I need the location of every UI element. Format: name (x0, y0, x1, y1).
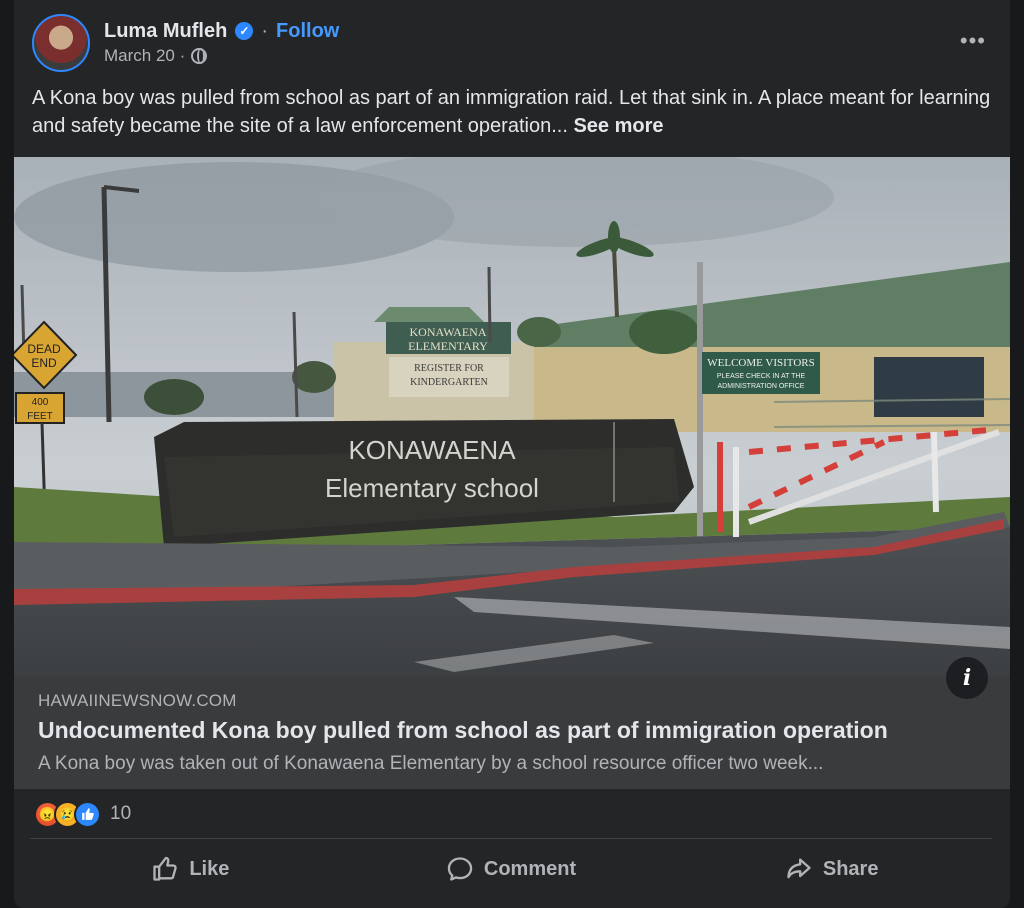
info-icon[interactable]: i (946, 657, 988, 699)
see-more-link[interactable]: See more (573, 115, 663, 137)
link-description: A Kona boy was taken out of Konawaena El… (38, 753, 824, 774)
welcome-text-3: ADMINISTRATION OFFICE (718, 383, 805, 390)
follow-button[interactable]: Follow (276, 20, 339, 43)
like-icon (74, 800, 101, 828)
road-sign-text-2: END (31, 356, 57, 370)
banner-text-1: KONAWAENA (409, 325, 486, 339)
link-preview[interactable]: KONAWAENA ELEMENTARY REGISTER FOR KINDER… (14, 157, 1010, 789)
comment-label: Comment (483, 857, 577, 880)
comment-icon (447, 857, 473, 881)
more-options-icon[interactable]: ••• (960, 28, 986, 54)
post-text: A Kona boy was pulled from school as par… (32, 84, 992, 140)
action-bar: Like Comment Share (30, 846, 992, 892)
reaction-summary[interactable]: 😠 😢 10 (34, 800, 131, 828)
school-sign-text-2: Elementary school (325, 473, 539, 503)
welcome-text-2: PLEASE CHECK IN AT THE (717, 373, 806, 380)
link-domain: HAWAIINEWSNOW.COM (38, 691, 237, 710)
welcome-text-1: WELCOME VISITORS (707, 357, 814, 369)
register-text-2: KINDERGARTEN (410, 377, 488, 388)
author-name[interactable]: Luma Mufleh (104, 20, 227, 43)
banner-text-2: ELEMENTARY (408, 339, 488, 353)
road-sign-text-3: 400 (32, 397, 49, 408)
divider (30, 838, 992, 839)
post-meta: March 20 · (104, 46, 208, 66)
author-row: Luma Mufleh ✓ · Follow (104, 17, 339, 45)
post-body: A Kona boy was pulled from school as par… (32, 87, 991, 137)
comment-button[interactable]: Comment (351, 846, 672, 892)
globe-icon (191, 48, 208, 64)
reaction-count: 10 (110, 803, 132, 824)
link-headline[interactable]: Undocumented Kona boy pulled from school… (38, 717, 888, 744)
school-sign-text-1: KONAWAENA (348, 435, 516, 465)
avatar[interactable] (32, 14, 90, 72)
like-button[interactable]: Like (30, 846, 351, 892)
post-card: Luma Mufleh ✓ · Follow March 20 · ••• A … (14, 0, 1010, 908)
link-image: KONAWAENA ELEMENTARY REGISTER FOR KINDER… (14, 157, 1010, 677)
road-sign-text-4: FEET (27, 411, 53, 422)
separator: · (261, 19, 269, 42)
road-sign-text-1: DEAD (27, 342, 61, 356)
share-label: Share (822, 857, 879, 880)
like-label: Like (189, 857, 230, 880)
post-date[interactable]: March 20 · (104, 46, 185, 66)
post-header: Luma Mufleh ✓ · Follow March 20 · ••• (32, 14, 992, 74)
share-button[interactable]: Share (671, 846, 992, 892)
register-text-1: REGISTER FOR (414, 363, 484, 374)
share-icon (787, 858, 811, 879)
verified-badge-icon: ✓ (235, 22, 254, 40)
thumbs-up-icon (153, 856, 178, 881)
